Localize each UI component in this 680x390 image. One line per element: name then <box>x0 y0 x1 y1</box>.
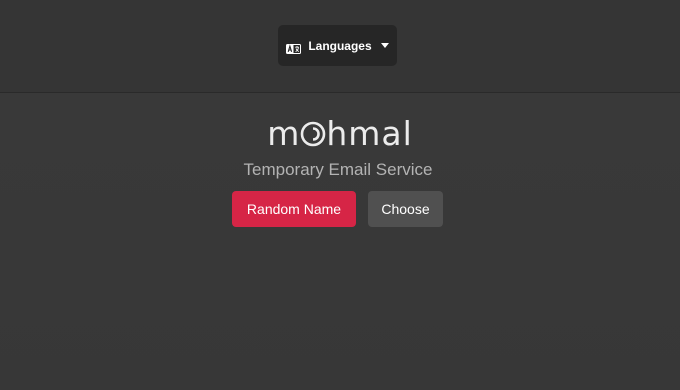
logo-prefix: m <box>267 114 301 153</box>
random-name-button[interactable]: Random Name <box>232 191 356 227</box>
brand-logo: m hmal <box>0 114 680 157</box>
top-bar: Languages <box>0 0 680 93</box>
translate-icon <box>286 41 302 54</box>
logo-suffix: hmal <box>326 114 413 153</box>
mohmal-o-swirl-icon <box>300 117 326 157</box>
page: Languages m hmal Temporary Email Service … <box>0 0 680 390</box>
caret-down-icon <box>380 43 389 48</box>
languages-label: Languages <box>308 38 372 53</box>
languages-dropdown-button[interactable]: Languages <box>278 25 397 66</box>
tagline: Temporary Email Service <box>243 160 433 179</box>
choose-button[interactable]: Choose <box>368 191 443 227</box>
